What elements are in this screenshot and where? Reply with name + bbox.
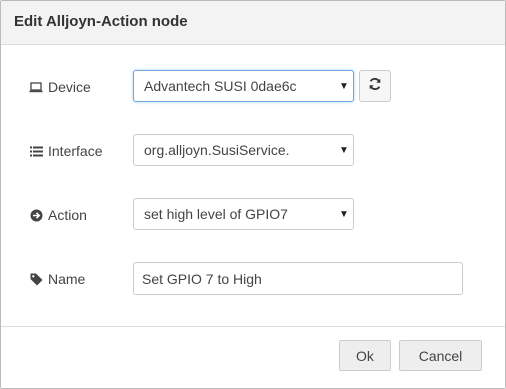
- interface-label-text: Interface: [48, 143, 103, 159]
- device-row: Device Advantech SUSI 0dae6c ▼: [1, 69, 505, 105]
- device-select-value: Advantech SUSI 0dae6c: [144, 78, 297, 94]
- name-row: Name: [1, 261, 505, 297]
- action-row: Action set high level of GPIO7 ▼: [1, 197, 505, 233]
- interface-select-value: org.alljoyn.SusiService.: [144, 142, 290, 158]
- dialog-titlebar: Edit Alljoyn-Action node: [1, 1, 505, 45]
- action-label-text: Action: [48, 207, 87, 223]
- interface-label: Interface: [28, 133, 102, 169]
- chevron-down-icon: ▼: [339, 80, 349, 92]
- name-input[interactable]: [133, 262, 463, 295]
- name-label: Name: [28, 261, 85, 297]
- chevron-down-icon: ▼: [339, 208, 349, 220]
- action-select[interactable]: set high level of GPIO7 ▼: [133, 198, 354, 230]
- refresh-icon: [368, 77, 382, 96]
- interface-select[interactable]: org.alljoyn.SusiService. ▼: [133, 134, 354, 166]
- tag-icon: [28, 272, 44, 286]
- device-label: Device: [28, 69, 91, 105]
- dialog-title: Edit Alljoyn-Action node: [14, 13, 188, 30]
- dialog-footer: Ok Cancel: [1, 326, 505, 388]
- edit-node-dialog: Edit Alljoyn-Action node Device Advantec…: [0, 0, 506, 389]
- list-icon: [28, 144, 44, 158]
- device-label-text: Device: [48, 79, 91, 95]
- action-select-value: set high level of GPIO7: [144, 206, 288, 222]
- circle-arrow-right-icon: [28, 208, 44, 222]
- device-select[interactable]: Advantech SUSI 0dae6c ▼: [133, 70, 354, 102]
- name-label-text: Name: [48, 271, 86, 287]
- cancel-button[interactable]: Cancel: [399, 340, 482, 371]
- laptop-icon: [28, 80, 44, 94]
- action-label: Action: [28, 197, 87, 233]
- chevron-down-icon: ▼: [339, 144, 349, 156]
- ok-button[interactable]: Ok: [339, 340, 391, 371]
- interface-row: Interface org.alljoyn.SusiService. ▼: [1, 133, 505, 169]
- refresh-button[interactable]: [359, 70, 391, 102]
